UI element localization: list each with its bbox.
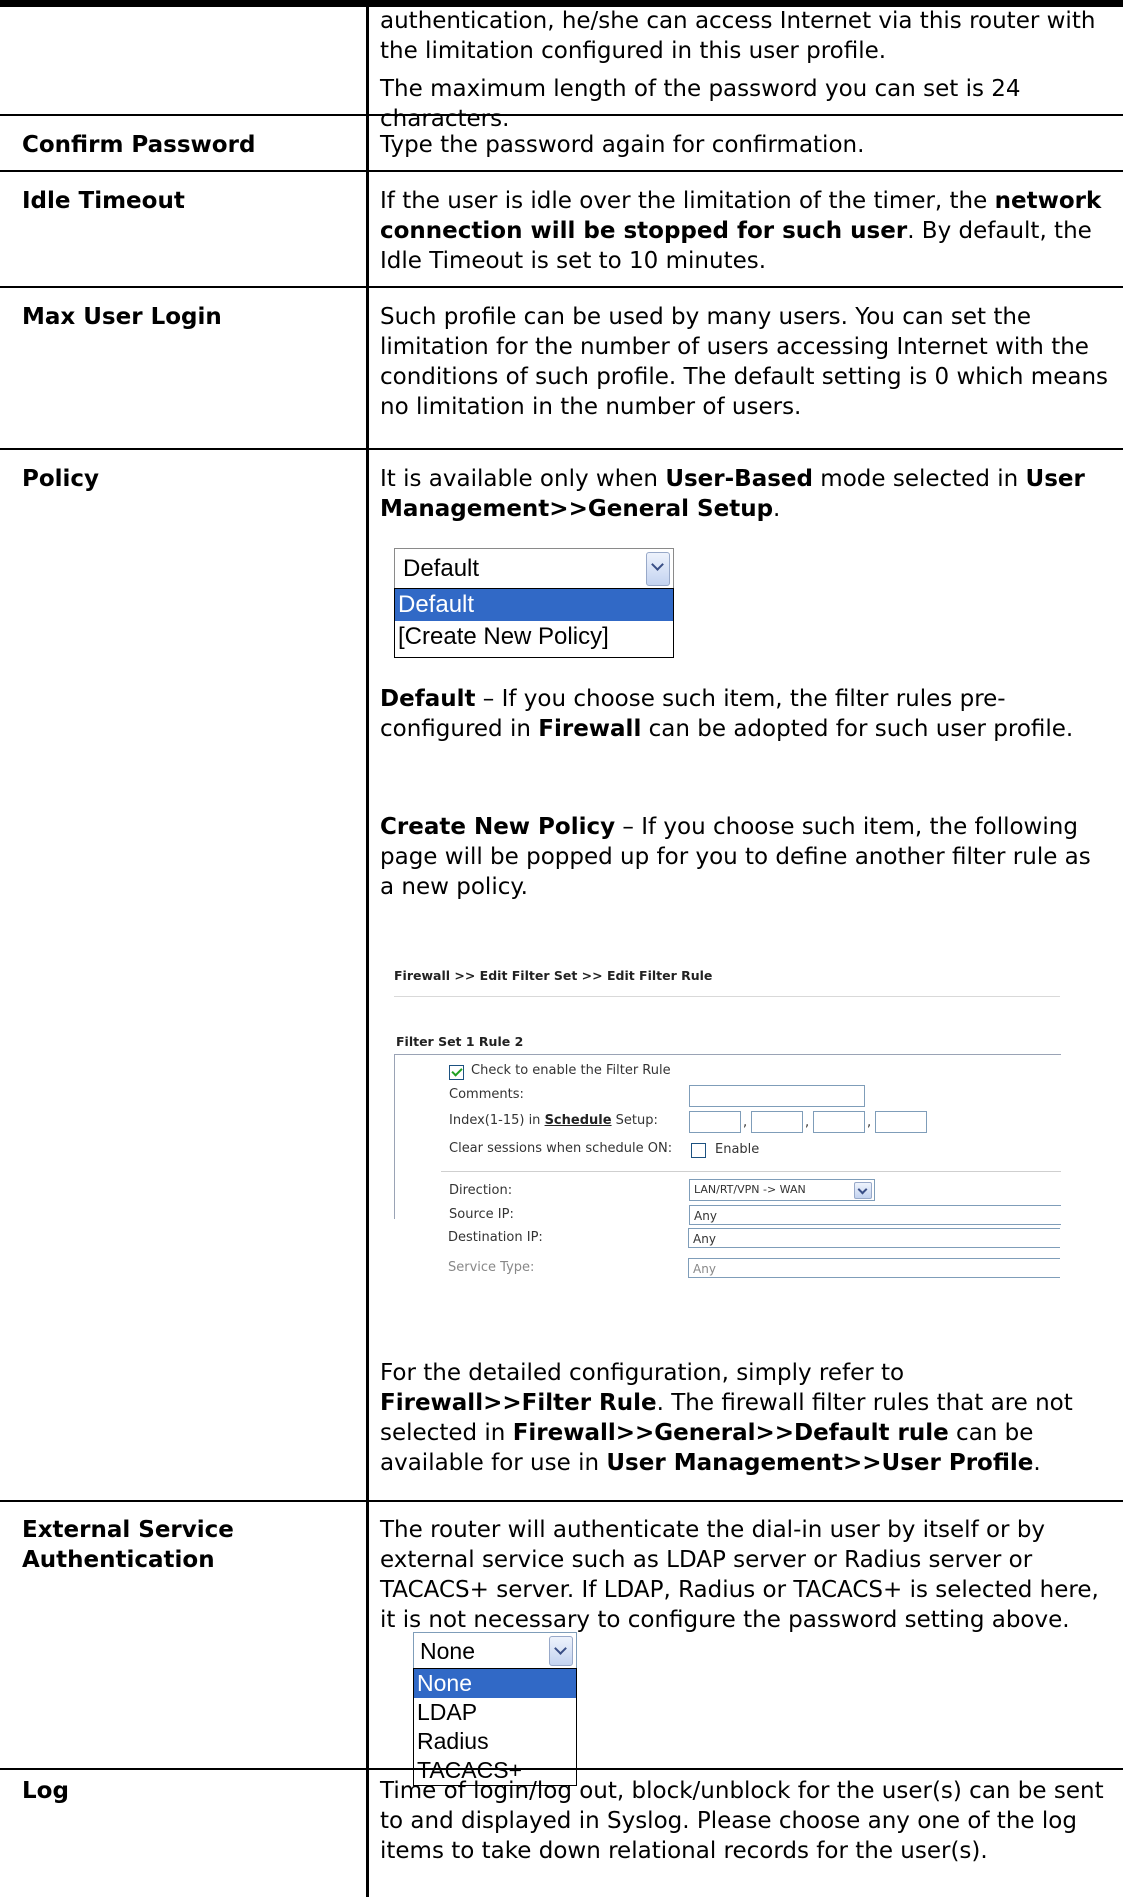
- label-external-service-authentication: External Service Authentication: [22, 1515, 234, 1575]
- schedule-index-3[interactable]: [813, 1111, 865, 1133]
- schedule-index-label-b: Setup:: [611, 1113, 658, 1128]
- schedule-index-label-a: Index(1-15) in: [449, 1113, 545, 1128]
- label-log: Log: [22, 1778, 69, 1804]
- direction-select[interactable]: LAN/RT/VPN -> WAN: [689, 1179, 875, 1201]
- policy-detail-g: .: [1033, 1450, 1041, 1476]
- separator-comma: ,: [805, 1115, 810, 1130]
- separator-comma: ,: [867, 1115, 872, 1130]
- schedule-link[interactable]: Schedule: [545, 1113, 612, 1128]
- column-divider: [366, 0, 369, 1897]
- policy-option-default[interactable]: Default: [395, 589, 673, 621]
- password-text-1: authentication, he/she can access Intern…: [380, 8, 1096, 64]
- policy-detail-a: For the detailed configuration, simply r…: [380, 1360, 905, 1386]
- clear-sessions-enable-label: Enable: [715, 1142, 760, 1157]
- policy-default-c: can be adopted for such user profile.: [641, 716, 1074, 742]
- desc-policy-detail: For the detailed configuration, simply r…: [380, 1358, 1110, 1478]
- label-idle-timeout: Idle Timeout: [22, 188, 185, 214]
- destination-ip-label: Destination IP:: [448, 1230, 543, 1245]
- schedule-index-2[interactable]: [751, 1111, 803, 1133]
- chevron-down-icon: [854, 1182, 872, 1199]
- service-type-label: Service Type:: [448, 1260, 535, 1275]
- description-table: authentication, he/she can access Intern…: [0, 0, 1123, 1897]
- desc-policy-intro: It is available only when User-Based mod…: [380, 464, 1110, 524]
- direction-label: Direction:: [449, 1183, 513, 1198]
- policy-detail-f: User Management>>User Profile: [606, 1450, 1034, 1476]
- filter-set-title: Filter Set 1 Rule 2: [396, 1034, 524, 1049]
- enable-filter-rule-label: Check to enable the Filter Rule: [471, 1063, 671, 1078]
- source-ip-label: Source IP:: [449, 1207, 514, 1222]
- row-divider: [0, 1500, 1123, 1502]
- desc-idle-timeout: If the user is idle over the limitation …: [380, 186, 1110, 276]
- desc-external-service-authentication: The router will authenticate the dial-in…: [380, 1517, 1099, 1633]
- schedule-index-label: Index(1-15) in Schedule Setup:: [449, 1113, 658, 1128]
- desc-confirm-password: Type the password again for confirmation…: [380, 132, 865, 158]
- chevron-down-icon: [646, 552, 670, 586]
- divider: [441, 1171, 1061, 1172]
- policy-select[interactable]: Default: [394, 548, 674, 590]
- service-type-field[interactable]: Any: [688, 1258, 1060, 1278]
- row-divider: [0, 1768, 1123, 1770]
- separator-comma: ,: [743, 1115, 748, 1130]
- enable-filter-rule-checkbox[interactable]: [449, 1065, 464, 1080]
- policy-intro-a: It is available only when: [380, 466, 666, 492]
- label-policy: Policy: [22, 466, 100, 492]
- policy-intro-e: .: [773, 496, 781, 522]
- schedule-index-1[interactable]: [689, 1111, 741, 1133]
- auth-service-select[interactable]: None: [413, 1632, 577, 1670]
- clear-sessions-checkbox[interactable]: [691, 1143, 706, 1158]
- desc-log: Time of login/log out, block/unblock for…: [380, 1778, 1104, 1864]
- comments-input[interactable]: [689, 1085, 865, 1107]
- row-divider: [0, 448, 1123, 450]
- desc-policy-create: Create New Policy – If you choose such i…: [380, 812, 1110, 902]
- auth-option-radius[interactable]: Radius: [414, 1727, 576, 1756]
- policy-intro-c: mode selected in: [812, 466, 1026, 492]
- schedule-index-4[interactable]: [875, 1111, 927, 1133]
- firewall-screenshot: Firewall >> Edit Filter Set >> Edit Filt…: [394, 968, 1061, 1278]
- policy-select-value: Default: [403, 555, 480, 582]
- label-max-user-login: Max User Login: [22, 304, 222, 330]
- label-line-1: External Service: [22, 1517, 234, 1543]
- policy-default-term: Default: [380, 686, 476, 712]
- label-confirm-password: Confirm Password: [22, 132, 256, 158]
- desc-policy-default: Default – If you choose such item, the f…: [380, 684, 1110, 744]
- source-ip-field[interactable]: Any: [689, 1205, 1061, 1225]
- policy-default-b: Firewall: [538, 716, 642, 742]
- desc-max-user-login: Such profile can be used by many users. …: [380, 304, 1109, 420]
- auth-service-select-value: None: [420, 1638, 475, 1664]
- policy-option-create-new[interactable]: [Create New Policy]: [395, 621, 673, 653]
- idle-text-a: If the user is idle over the limitation …: [380, 188, 995, 214]
- label-line-2: Authentication: [22, 1547, 215, 1573]
- direction-value: LAN/RT/VPN -> WAN: [694, 1183, 806, 1196]
- clear-sessions-label: Clear sessions when schedule ON:: [449, 1141, 673, 1156]
- password-text-2: The maximum length of the password you c…: [380, 76, 1021, 132]
- auth-option-ldap[interactable]: LDAP: [414, 1698, 576, 1727]
- row-divider: [0, 170, 1123, 172]
- comments-label: Comments:: [449, 1087, 524, 1102]
- policy-detail-d: Firewall>>General>>Default rule: [512, 1420, 949, 1446]
- row-divider: [0, 286, 1123, 288]
- policy-detail-b: Firewall>>Filter Rule: [380, 1390, 657, 1416]
- destination-ip-field[interactable]: Any: [688, 1228, 1060, 1248]
- filter-rule-form: Check to enable the Filter Rule Comments…: [394, 1054, 1061, 1225]
- row-divider: [0, 114, 1123, 116]
- policy-dropdown: Default [Create New Policy]: [394, 588, 674, 658]
- auth-option-none[interactable]: None: [414, 1669, 576, 1698]
- chevron-down-icon: [549, 1636, 573, 1666]
- divider: [394, 996, 1060, 997]
- policy-create-term: Create New Policy: [380, 814, 616, 840]
- firewall-breadcrumb: Firewall >> Edit Filter Set >> Edit Filt…: [394, 968, 713, 983]
- policy-intro-b: User-Based: [665, 466, 813, 492]
